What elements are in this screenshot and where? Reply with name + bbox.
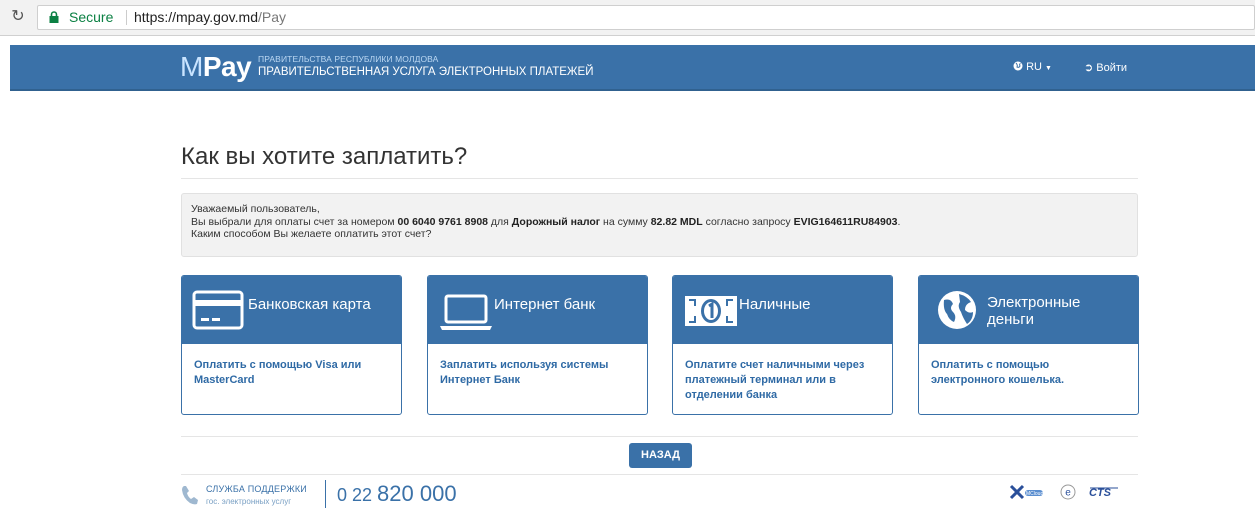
notice-text: .	[897, 215, 901, 228]
lock-icon	[49, 11, 59, 23]
payment-method-card-e-money[interactable]: Электронные деньги Оплатить с помощью эл…	[918, 275, 1139, 415]
url-field[interactable]: Secure https://mpay.gov.md/Pay	[37, 5, 1255, 30]
notice-text: для	[488, 215, 512, 228]
payment-method-card-cash[interactable]: Наличные Оплатите счет наличными через п…	[672, 275, 893, 415]
secure-label: Secure	[69, 9, 114, 25]
card-title: Наличные	[739, 296, 811, 313]
support-phone[interactable]: 0 22 820 000	[337, 481, 457, 507]
logo-m: M	[180, 51, 203, 82]
amount: 82.82 MDL	[650, 215, 703, 228]
url-host: https://mpay.gov.md	[134, 9, 258, 25]
notice-greeting: Уважаемый пользователь,	[191, 203, 320, 215]
card-description: Оплатить с помощью Visa или MasterCard	[194, 359, 362, 386]
back-button[interactable]: НАЗАД	[629, 443, 692, 468]
footer-separator	[325, 480, 326, 508]
gov-subtitle-small: ПРАВИТЕЛЬСТВА РЕСПУБЛИКИ МОЛДОВА	[258, 54, 439, 64]
login-label: Войти	[1096, 62, 1128, 74]
e-gov-logo: e	[1060, 484, 1076, 500]
globe-small-icon	[1013, 61, 1023, 71]
request-id: EVIG164611RU84903	[793, 215, 898, 228]
card-description: Оплатите счет наличными через платежный …	[685, 359, 865, 401]
partner-logo-mcloud-text: MCloud	[1026, 491, 1043, 497]
url-text[interactable]: https://mpay.gov.md/Pay	[134, 6, 286, 29]
phone-prefix: 0 22	[337, 485, 378, 505]
title-divider	[181, 178, 1138, 179]
payment-method-card-bank-card[interactable]: Банковская карта Оплатить с помощью Visa…	[181, 275, 402, 415]
logo-pay: Pay	[202, 51, 252, 82]
language-label: RU	[1026, 61, 1042, 73]
payment-method-card-internet-bank[interactable]: Интернет банк Заплатить используя систем…	[427, 275, 648, 415]
card-header: Электронные деньги	[919, 276, 1138, 344]
site-header: MPay ПРАВИТЕЛЬСТВА РЕСПУБЛИКИ МОЛДОВА ПР…	[10, 45, 1255, 91]
footer-divider	[181, 474, 1138, 475]
partner-logo-e-text: e	[1065, 488, 1071, 499]
service-name: Дорожный налог	[511, 215, 601, 228]
card-title: Банковская карта	[248, 296, 371, 313]
notice-text: согласно запросу	[702, 215, 794, 228]
cash-icon	[685, 296, 737, 326]
card-description: Оплатить с помощью электронного кошелька…	[931, 359, 1065, 386]
card-title: Электронные деньги	[987, 294, 1081, 328]
credit-card-icon	[192, 290, 244, 330]
phone-number: 820 000	[377, 481, 457, 506]
card-title: Интернет банк	[494, 296, 596, 313]
actions-divider	[181, 436, 1138, 437]
reload-icon[interactable]: ↻	[10, 9, 26, 25]
url-path: /Pay	[257, 9, 286, 25]
login-link[interactable]: ➲ Войти	[1084, 61, 1127, 74]
mpay-logo[interactable]: MPay	[180, 51, 252, 83]
support-sublabel: гос. электронных услуг	[206, 497, 292, 506]
card-header: Наличные	[673, 276, 892, 344]
gov-subtitle: ПРАВИТЕЛЬСТВЕННАЯ УСЛУГА ЭЛЕКТРОННЫХ ПЛА…	[258, 66, 594, 78]
url-separator	[126, 10, 127, 25]
invoice-number: 00 6040 9761 8908	[397, 215, 489, 228]
support-label: СЛУЖБА ПОДДЕРЖКИ	[206, 484, 307, 494]
notice-text: Вы выбрали для оплаты счет за номером	[191, 215, 398, 228]
laptop-icon	[440, 294, 492, 330]
browser-address-bar: ↻ Secure https://mpay.gov.md/Pay	[0, 0, 1255, 36]
card-description: Заплатить используя системы Интернет Бан…	[440, 359, 609, 386]
card-header: Банковская карта	[182, 276, 401, 344]
notice-text: на сумму	[600, 215, 651, 228]
notice-question: Каким способом Вы желаете оплатить этот …	[191, 228, 432, 240]
phone-icon	[182, 486, 198, 505]
notice-details: Вы выбрали для оплаты счет за номером 00…	[191, 216, 1128, 229]
page-title: Как вы хотите заплатить?	[181, 143, 468, 170]
cts-logo: CTS	[1089, 487, 1118, 499]
globe-icon	[938, 291, 976, 329]
card-header: Интернет банк	[428, 276, 647, 344]
payment-notice: Уважаемый пользователь, Вы выбрали для о…	[181, 193, 1138, 257]
partner-logo-cts-text: CTS	[1089, 487, 1112, 499]
sign-in-icon: ➲	[1084, 62, 1094, 74]
language-dropdown[interactable]: RU ▼	[1013, 61, 1052, 73]
caret-down-icon: ▼	[1045, 65, 1052, 72]
mcloud-logo: MCloud	[1009, 484, 1043, 500]
